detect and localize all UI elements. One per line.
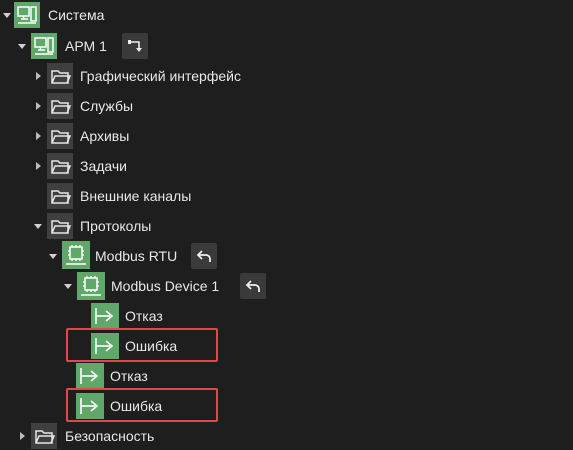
collapse-toggle-modbus-rtu[interactable] [47,243,59,269]
collapse-toggle-sistema[interactable] [1,2,13,28]
tree-label-protocols[interactable]: Протоколы [80,213,151,239]
expand-toggle-services[interactable] [32,93,44,119]
folder-icon [47,123,73,149]
tree-label-rtu-refusal[interactable]: Отказ [110,363,148,389]
collapse-toggle-protocols[interactable] [32,213,44,239]
tree-label-rtu-error[interactable]: Ошибка [110,393,162,419]
tree-label-modbus-device[interactable]: Modbus Device 1 [111,273,219,299]
signal-arrow-icon [91,303,119,329]
expand-toggle-security[interactable] [16,423,28,449]
device-chip-icon [77,272,105,300]
signal-arrow-icon [76,393,104,419]
tree-label-tasks[interactable]: Задачи [80,153,127,179]
folder-icon [47,93,73,119]
collapse-toggle-modbus-device[interactable] [62,273,74,299]
device-chip-icon [62,241,90,269]
signal-arrow-icon [76,363,104,389]
signal-arrow-icon [91,333,119,359]
tree-label-modbus-rtu[interactable]: Modbus RTU [95,243,177,269]
folder-icon [47,63,73,89]
tree-label-device-refusal[interactable]: Отказ [125,303,163,329]
expand-toggle-archives[interactable] [32,123,44,149]
tree-label-security[interactable]: Безопасность [65,423,154,449]
computer-icon [31,33,57,59]
tree-label-arm[interactable]: АРМ 1 [65,33,107,59]
tree-label-device-error[interactable]: Ошибка [125,333,177,359]
tree-label-sistema[interactable]: Система [48,2,104,28]
folder-icon [47,213,73,239]
tree-label-external-channels[interactable]: Внешние каналы [80,183,191,209]
project-tree: Система АРМ 1 Графический интерфейс Служ… [0,0,573,450]
expand-toggle-tasks[interactable] [32,153,44,179]
folder-icon [47,153,73,179]
computer-icon [14,2,40,28]
folder-icon [47,183,73,209]
route-icon[interactable] [122,33,148,59]
collapse-toggle-arm[interactable] [16,33,28,59]
tree-label-graphic-ui[interactable]: Графический интерфейс [80,63,241,89]
folder-icon [31,423,57,449]
tree-label-archives[interactable]: Архивы [80,123,129,149]
expand-toggle-graphic-ui[interactable] [32,63,44,89]
back-arrow-icon[interactable] [191,243,217,269]
back-arrow-icon[interactable] [240,273,266,299]
tree-label-services[interactable]: Службы [80,93,133,119]
